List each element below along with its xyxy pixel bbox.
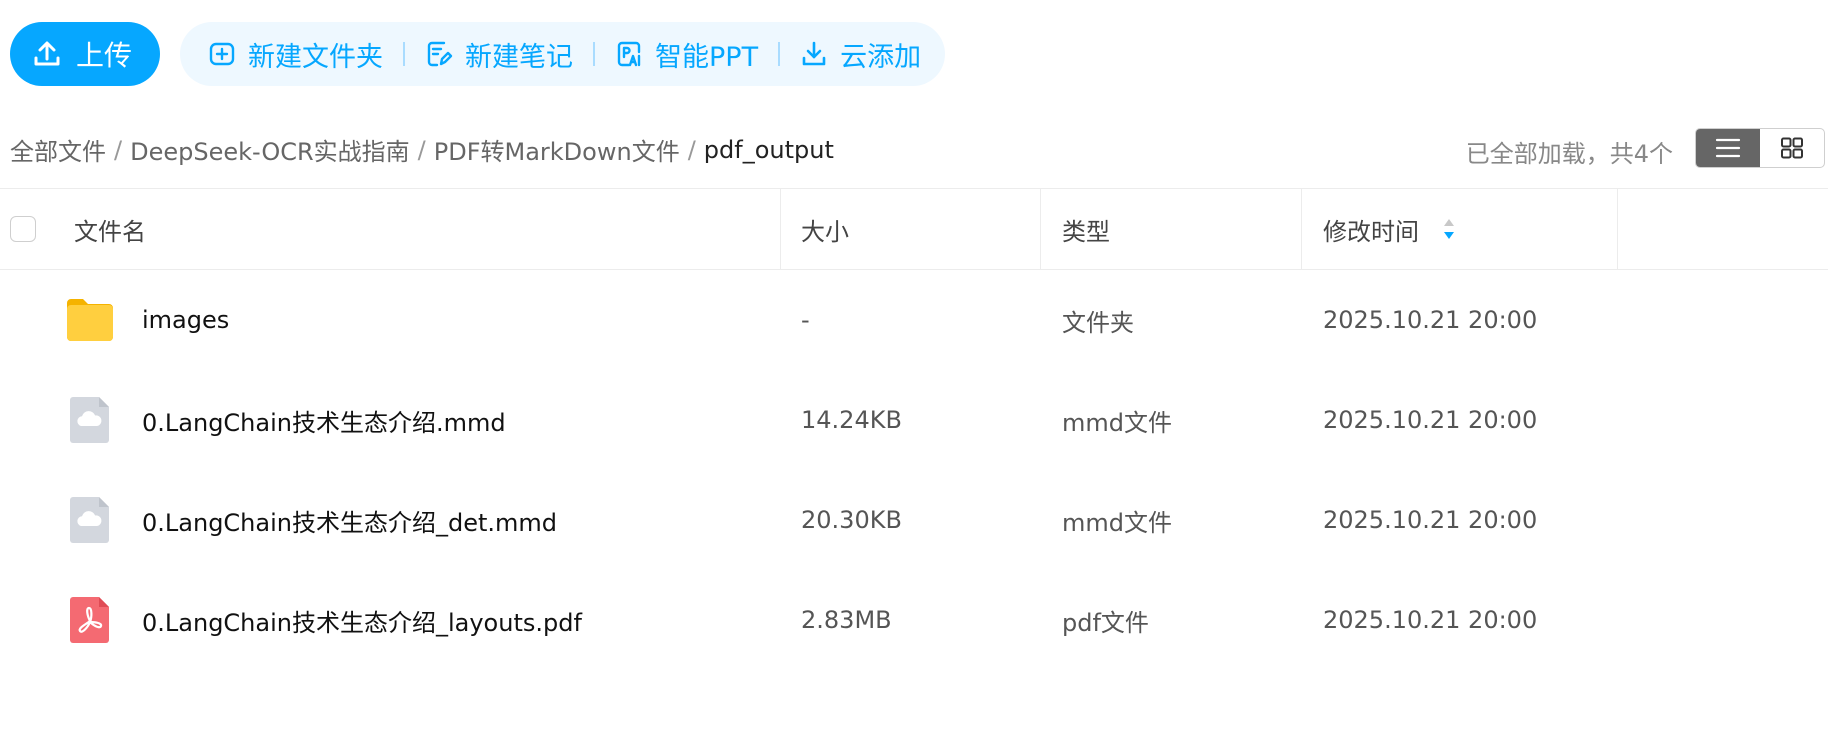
cloud-add-button[interactable]: 云添加: [790, 35, 931, 74]
file-browser-page: 上传 新建文件夹 新建笔记 智能PPT 云添加 全部文件 / DeepSeek-…: [0, 0, 1828, 756]
table-row[interactable]: 0.LangChain技术生态介绍_layouts.pdf 2.83MB pdf…: [0, 570, 1828, 670]
breadcrumb: 全部文件 / DeepSeek-OCR实战指南 / PDF转MarkDown文件…: [10, 132, 834, 167]
file-modified: 2025.10.21 20:00: [1323, 606, 1538, 634]
grid-view-button[interactable]: [1760, 129, 1824, 167]
file-size: 14.24KB: [801, 406, 902, 434]
breadcrumb-current: pdf_output: [703, 135, 834, 164]
file-size: 20.30KB: [801, 506, 902, 534]
file-size: -: [801, 306, 810, 334]
pdf-file-icon: [70, 597, 109, 643]
file-type: pdf文件: [1062, 608, 1149, 637]
file-type: mmd文件: [1062, 408, 1172, 437]
list-view-icon: [1715, 138, 1741, 158]
smart-ppt-label: 智能PPT: [655, 41, 759, 73]
load-status: 已全部加载，共4个: [1465, 140, 1673, 168]
column-divider: [1040, 189, 1041, 269]
smart-ppt-icon: [617, 41, 641, 67]
header-type[interactable]: 类型: [1062, 189, 1110, 269]
action-group: 新建文件夹 新建笔记 智能PPT 云添加: [180, 22, 946, 86]
cloud-file-icon: [70, 497, 109, 543]
file-modified: 2025.10.21 20:00: [1323, 306, 1538, 334]
header-modified[interactable]: 修改时间: [1323, 189, 1457, 269]
upload-icon: [34, 41, 60, 66]
breadcrumb-item-all-files[interactable]: 全部文件: [10, 132, 106, 167]
column-divider: [1617, 189, 1618, 269]
new-folder-button[interactable]: 新建文件夹: [198, 35, 393, 74]
breadcrumb-separator: /: [417, 135, 426, 164]
sort-desc-icon: [1444, 219, 1454, 239]
grid-view-icon: [1781, 137, 1803, 159]
new-folder-label: 新建文件夹: [248, 41, 384, 73]
list-view-button[interactable]: [1696, 129, 1760, 167]
breadcrumb-item-pdf-markdown[interactable]: PDF转MarkDown文件: [434, 132, 680, 167]
header-name[interactable]: 文件名: [74, 189, 146, 269]
new-note-icon: [427, 41, 453, 67]
breadcrumb-separator: /: [114, 135, 123, 164]
file-size: 2.83MB: [801, 606, 892, 634]
file-name[interactable]: images: [142, 270, 229, 370]
table-row[interactable]: 0.LangChain技术生态介绍.mmd 14.24KB mmd文件 2025…: [0, 370, 1828, 470]
toolbar-divider: [778, 42, 781, 66]
view-toggle: [1695, 128, 1825, 168]
column-divider: [1301, 189, 1302, 269]
new-note-button[interactable]: 新建笔记: [415, 35, 583, 74]
header-size[interactable]: 大小: [801, 189, 849, 269]
file-modified: 2025.10.21 20:00: [1323, 406, 1538, 434]
file-name[interactable]: 0.LangChain技术生态介绍_layouts.pdf: [142, 570, 582, 670]
upload-button-label: 上传: [76, 39, 133, 72]
breadcrumb-item-deepseek[interactable]: DeepSeek-OCR实战指南: [130, 132, 410, 167]
table-header: 文件名 大小 类型 修改时间: [0, 188, 1828, 270]
upload-button[interactable]: 上传: [10, 22, 161, 86]
cloud-file-icon: [70, 397, 109, 443]
file-modified: 2025.10.21 20:00: [1323, 506, 1538, 534]
select-all-checkbox[interactable]: [10, 216, 36, 242]
file-table: 文件名 大小 类型 修改时间 images - 文件夹 2025.10.21 2…: [0, 188, 1828, 670]
cloud-add-icon: [802, 41, 826, 66]
toolbar-divider: [593, 42, 596, 66]
table-row[interactable]: 0.LangChain技术生态介绍_det.mmd 20.30KB mmd文件 …: [0, 470, 1828, 570]
file-type: mmd文件: [1062, 508, 1172, 537]
breadcrumb-row: 全部文件 / DeepSeek-OCR实战指南 / PDF转MarkDown文件…: [10, 128, 1825, 170]
column-divider: [780, 189, 781, 269]
smart-ppt-button[interactable]: 智能PPT: [605, 35, 768, 74]
new-note-label: 新建笔记: [465, 41, 574, 73]
header-modified-label: 修改时间: [1323, 217, 1419, 246]
table-row[interactable]: images - 文件夹 2025.10.21 20:00: [0, 270, 1828, 370]
file-name[interactable]: 0.LangChain技术生态介绍.mmd: [142, 370, 506, 470]
file-type: 文件夹: [1062, 308, 1134, 337]
toolbar-divider: [403, 42, 406, 66]
folder-icon: [67, 299, 113, 341]
cloud-add-label: 云添加: [840, 41, 922, 73]
file-name[interactable]: 0.LangChain技术生态介绍_det.mmd: [142, 470, 557, 570]
new-folder-icon: [209, 42, 235, 66]
toolbar: 上传 新建文件夹 新建笔记 智能PPT 云添加: [10, 22, 946, 86]
breadcrumb-separator: /: [687, 135, 696, 164]
